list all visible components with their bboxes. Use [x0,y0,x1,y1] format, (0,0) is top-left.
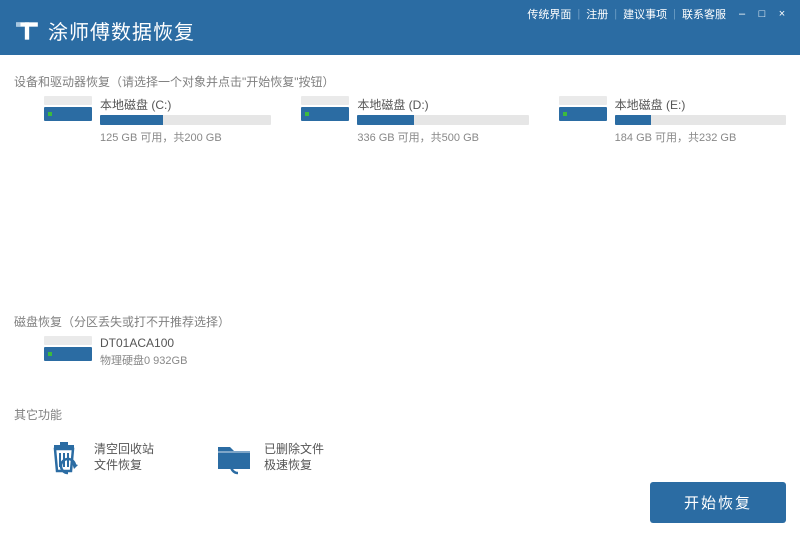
drive-usage-bar [615,115,786,125]
folder-refresh-icon [214,437,254,477]
other-item-line2: 文件恢复 [94,457,154,473]
drive-usage-bar [100,115,271,125]
other-section-label: 其它功能 [0,388,800,429]
maximize-button[interactable]: □ [756,8,768,20]
drive-icon [301,96,349,145]
drive-name: 本地磁盘 (C:) [100,96,271,113]
minimize-button[interactable]: – [736,8,748,20]
disk-section-label: 磁盘恢复（分区丢失或打不开推荐选择） [0,295,800,336]
other-item-line2: 极速恢复 [264,457,324,473]
drive-space: 184 GB 可用，共232 GB [615,129,786,145]
start-recovery-button[interactable]: 开始恢复 [650,482,786,523]
link-traditional-ui[interactable]: 传统界面 [527,6,571,22]
disk-icon [44,336,92,368]
drive-name: 本地磁盘 (E:) [615,96,786,113]
app-title: 涂师傅数据恢复 [48,16,195,45]
disk-name: DT01ACA100 [100,336,786,350]
recycle-bin-icon [44,437,84,477]
other-item-line1: 清空回收站 [94,441,154,457]
drive-item-1[interactable]: 本地磁盘 (D:) 336 GB 可用，共500 GB [301,96,528,145]
drive-item-2[interactable]: 本地磁盘 (E:) 184 GB 可用，共232 GB [559,96,786,145]
drive-space: 336 GB 可用，共500 GB [357,129,528,145]
disk-space: 物理硬盘0 932GB [100,352,786,368]
link-register[interactable]: 注册 [586,6,608,22]
drive-item-0[interactable]: 本地磁盘 (C:) 125 GB 可用，共200 GB [44,96,271,145]
recycle-bin-recovery[interactable]: 清空回收站 文件恢复 [44,437,154,477]
close-button[interactable]: × [776,8,788,20]
other-item-line1: 已删除文件 [264,441,324,457]
drive-usage-bar [357,115,528,125]
drive-name: 本地磁盘 (D:) [357,96,528,113]
app-logo-icon [14,18,40,44]
drives-section-label: 设备和驱动器恢复（请选择一个对象并点击"开始恢复"按钮） [0,55,800,96]
link-contact[interactable]: 联系客服 [682,6,726,22]
deleted-file-recovery[interactable]: 已删除文件 极速恢复 [214,437,324,477]
drive-icon [559,96,607,145]
link-suggestions[interactable]: 建议事项 [623,6,667,22]
drive-space: 125 GB 可用，共200 GB [100,129,271,145]
drive-icon [44,96,92,145]
disk-item-0[interactable]: DT01ACA100 物理硬盘0 932GB [0,336,800,368]
